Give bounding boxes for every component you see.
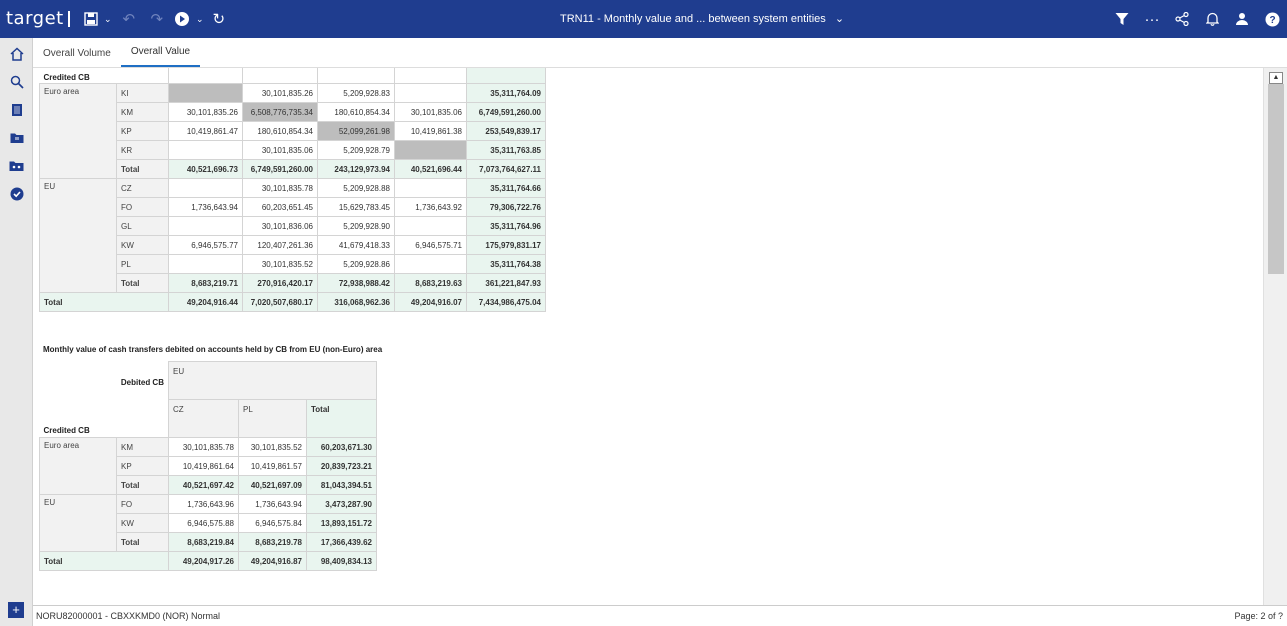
run-dropdown-icon[interactable]: ⌄ [194,0,206,38]
refresh-icon[interactable]: ↻ [206,0,232,38]
top-bar: target ⌄ ↶ ↷ ⌄ ↻ TRN11 - Monthly value a… [0,0,1287,38]
credited-cb-label: Credited CB [43,426,90,435]
document-icon[interactable] [0,96,33,124]
vertical-scrollbar[interactable]: ▲ ▼ [1263,68,1287,624]
undo-icon[interactable]: ↶ [114,0,144,38]
table-2-title: Monthly value of cash transfers debited … [43,345,383,354]
report-content: Credited CB Euro area KI 30,101,835.26 5… [33,68,1263,605]
save-dropdown-icon[interactable]: ⌄ [102,0,114,38]
shared-folder-icon[interactable] [0,152,33,180]
table-row: Euro area KM 30,101,835.78 30,101,835.52… [39,437,377,495]
page-indicator: Page: 2 of ? [1234,611,1283,621]
grand-total-row: Total 49,204,916.44 7,020,507,680.17 316… [39,292,546,312]
filter-icon[interactable] [1107,0,1137,38]
debited-cb-label: Debited CB [120,377,164,387]
group-eu: EU [39,178,117,293]
left-rail: + [0,38,33,626]
tab-bar: Overall Volume Overall Value [33,38,1287,68]
column-header: PL [238,399,307,438]
table-row: EU CZ 30,101,835.78 5,209,928.88 35,311,… [39,178,546,293]
check-circle-icon[interactable] [0,180,33,208]
tab-overall-volume[interactable]: Overall Volume [33,48,121,67]
user-icon[interactable] [1227,0,1257,38]
run-icon[interactable] [170,0,194,38]
group-euro-area: Euro area [39,437,117,495]
group-euro-area: Euro area [39,83,117,179]
app-logo: target [6,0,70,38]
column-header: Total [306,399,377,438]
save-icon[interactable] [80,0,102,38]
bell-icon[interactable] [1197,0,1227,38]
home-icon[interactable] [0,40,33,68]
credited-cb-label: Credited CB [39,68,169,84]
group-eu: EU [39,494,117,552]
tab-overall-value[interactable]: Overall Value [120,46,201,67]
status-user-info: NORU82000001 - CBXXKMD0 (NOR) Normal [36,611,221,621]
search-icon[interactable] [0,68,33,96]
grand-total-row: Total 49,204,917.26 49,204,916.87 98,409… [39,551,377,571]
value-table-1: Credited CB Euro area KI 30,101,835.26 5… [39,68,546,312]
column-group-eu: EU [168,361,377,400]
folder-icon[interactable] [0,124,33,152]
scroll-thumb[interactable] [1268,84,1284,274]
column-header: CZ [168,399,239,438]
scroll-up-icon[interactable]: ▲ [1269,72,1283,84]
table-row: EU FO 1,736,643.96 1,736,643.94 3,473,28… [39,494,377,552]
status-bar: NORU82000001 - CBXXKMD0 (NOR) Normal Pag… [33,605,1287,626]
redo-icon[interactable]: ↷ [144,0,170,38]
more-icon[interactable]: ··· [1137,0,1167,38]
add-icon[interactable]: + [8,602,24,618]
document-title[interactable]: TRN11 - Monthly value and ... between sy… [560,0,844,38]
table-row: Euro area KI 30,101,835.26 5,209,928.83 … [39,83,546,179]
value-table-2: Debited CB Credited CB EU CZ PL Total Eu… [39,361,377,571]
svg-text:?: ? [1269,15,1275,26]
help-icon[interactable]: ? [1257,0,1287,38]
chevron-down-icon[interactable]: ⌄ [835,13,844,25]
share-icon[interactable] [1167,0,1197,38]
